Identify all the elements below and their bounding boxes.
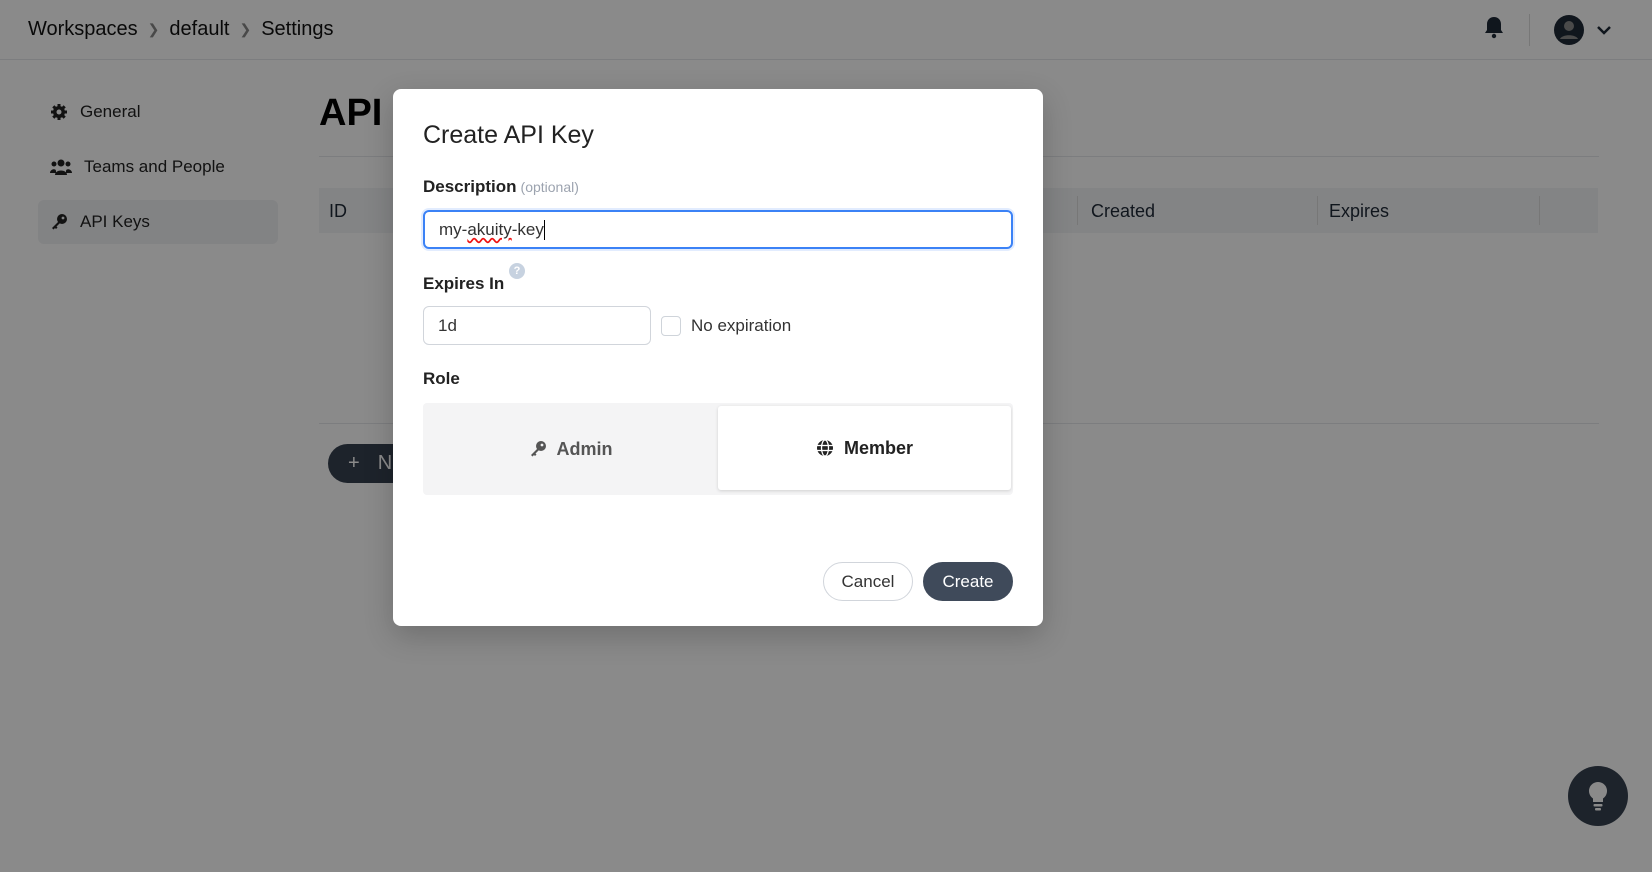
role-label-member: Member [843,437,914,458]
description-input[interactable]: my-akuity-key [423,210,1013,249]
role-label: Role [423,369,460,388]
create-button[interactable]: Create [923,562,1013,601]
no-expiration-checkbox[interactable] [661,316,681,336]
role-label-admin: Admin [556,438,613,459]
cancel-button[interactable]: Cancel [823,562,913,601]
text-caret [543,219,545,240]
key-icon [530,441,546,457]
expires-label: Expires In [423,274,505,293]
no-expiration-label[interactable]: No expiration [691,316,791,336]
description-value: my-akuity-key [439,219,544,239]
role-selector: Admin Member [423,403,1013,495]
optional-hint: (optional) [520,179,579,195]
expires-input[interactable]: 1d [423,306,651,345]
role-option-admin[interactable]: Admin [423,403,718,495]
globe-icon [816,439,833,457]
description-label: Description (optional) [423,177,579,196]
create-api-key-dialog: Create API Key Description (optional) my-… [393,89,1043,626]
role-option-member[interactable]: Member [718,406,1011,490]
help-icon[interactable]: ? [509,263,525,279]
dialog-title: Create API Key [423,121,594,149]
